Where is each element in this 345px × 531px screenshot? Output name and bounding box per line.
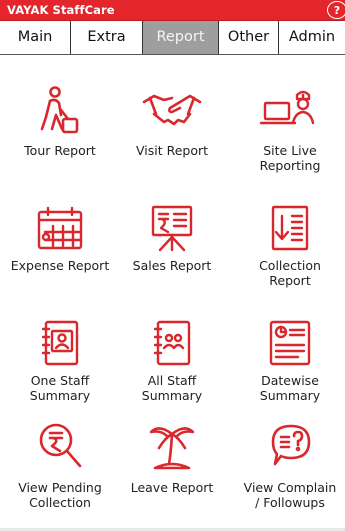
tile-view-pending-collection[interactable]: View Pending Collection <box>5 420 115 530</box>
tile-label: Visit Report <box>135 143 209 158</box>
all-staff-book-icon <box>153 320 191 366</box>
tab-extra[interactable]: Extra <box>71 21 143 54</box>
tile-label: Leave Report <box>130 480 214 495</box>
tile-label: Summary <box>141 388 203 403</box>
tile-site-live-reporting[interactable]: Site Live Reporting <box>235 85 345 195</box>
tab-main[interactable]: Main <box>0 21 71 54</box>
rupee-search-icon <box>39 423 82 468</box>
tile-label: Reporting <box>259 158 321 173</box>
complaint-chat-icon <box>271 424 311 466</box>
tile-label: View Complain <box>243 480 337 495</box>
tile-visit-report[interactable]: Visit Report <box>117 85 227 195</box>
site-live-reporting-icon <box>259 90 315 125</box>
tile-sales-report[interactable]: Sales Report <box>117 200 227 310</box>
tab-admin[interactable]: Admin <box>279 21 345 54</box>
tab-other[interactable]: Other <box>219 21 279 54</box>
handshake-icon <box>142 94 202 126</box>
palm-tree-icon <box>149 427 195 470</box>
calendar-expense-icon <box>37 206 83 250</box>
collection-report-icon <box>271 205 309 251</box>
tile-label: All Staff <box>147 373 197 388</box>
app-header: VAYAK StaffCare ? <box>0 0 345 21</box>
tile-label: Summary <box>259 388 321 403</box>
tile-one-staff-summary[interactable]: One Staff Summary <box>5 315 115 425</box>
tour-traveler-icon <box>40 86 79 134</box>
tile-label: Collection <box>29 495 91 510</box>
tile-collection-report[interactable]: Collection Report <box>235 200 345 310</box>
tile-label: Site Live <box>263 143 317 158</box>
tab-report[interactable]: Report <box>143 21 219 54</box>
tile-label: / Followups <box>255 495 325 510</box>
tab-bar: Main Extra Report Other Admin <box>0 21 345 55</box>
tile-expense-report[interactable]: Expense Report <box>5 200 115 310</box>
tile-view-complain-followups[interactable]: View Complain / Followups <box>235 420 345 530</box>
tile-all-staff-summary[interactable]: All Staff Summary <box>117 315 227 425</box>
sales-easel-icon <box>151 205 193 252</box>
tile-label: Report <box>269 273 311 288</box>
help-icon[interactable]: ? <box>327 1 345 19</box>
one-staff-book-icon <box>41 320 79 366</box>
tile-label: Sales Report <box>132 258 212 273</box>
tile-tour-report[interactable]: Tour Report <box>5 85 115 195</box>
tile-datewise-summary[interactable]: Datewise Summary <box>235 315 345 425</box>
tile-label: Datewise <box>261 373 319 388</box>
tile-leave-report[interactable]: Leave Report <box>117 420 227 530</box>
datewise-report-icon <box>269 320 311 366</box>
app-title: VAYAK StaffCare <box>7 3 115 17</box>
tile-label: Collection <box>259 258 321 273</box>
